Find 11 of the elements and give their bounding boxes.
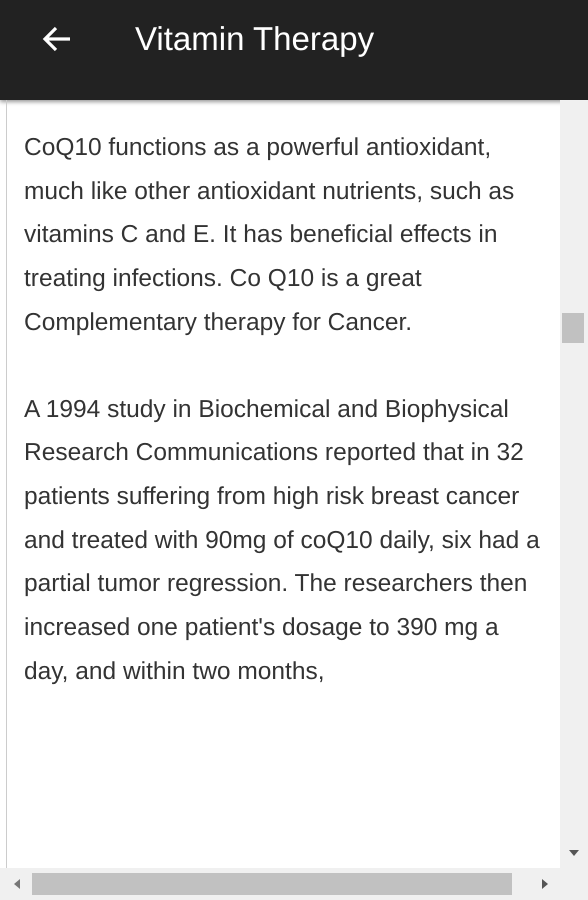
back-arrow-icon[interactable] [42, 26, 72, 52]
scroll-left-icon[interactable] [14, 879, 20, 889]
horizontal-scrollbar[interactable] [0, 868, 588, 900]
scroll-down-icon[interactable] [569, 850, 579, 856]
body-paragraph: CoQ10 functions as a powerful antioxidant, much like other antioxidant nutrients, such as vitamins C and E. It has beneficial effects in treating infections. Co Q10 is a great Complementary therapy for Cancer. [24, 133, 516, 338]
scroll-right-icon[interactable] [542, 879, 548, 889]
vertical-scrollbar[interactable] [560, 100, 588, 868]
scrollbar-thumb[interactable] [32, 873, 512, 895]
app-title: Vitamin Therapy [135, 20, 374, 58]
scrollbar-thumb[interactable] [562, 313, 584, 343]
body-paragraph: A 1994 study in Biochemical and Biophysical Research Communications reported that in 32 patients suffering from high risk breast cancer and treated with 90mg of coQ10 daily, six had a partial tumor regression. The researchers then increased one patient's dosage to 390 mg a day, and within two months, [24, 394, 541, 687]
